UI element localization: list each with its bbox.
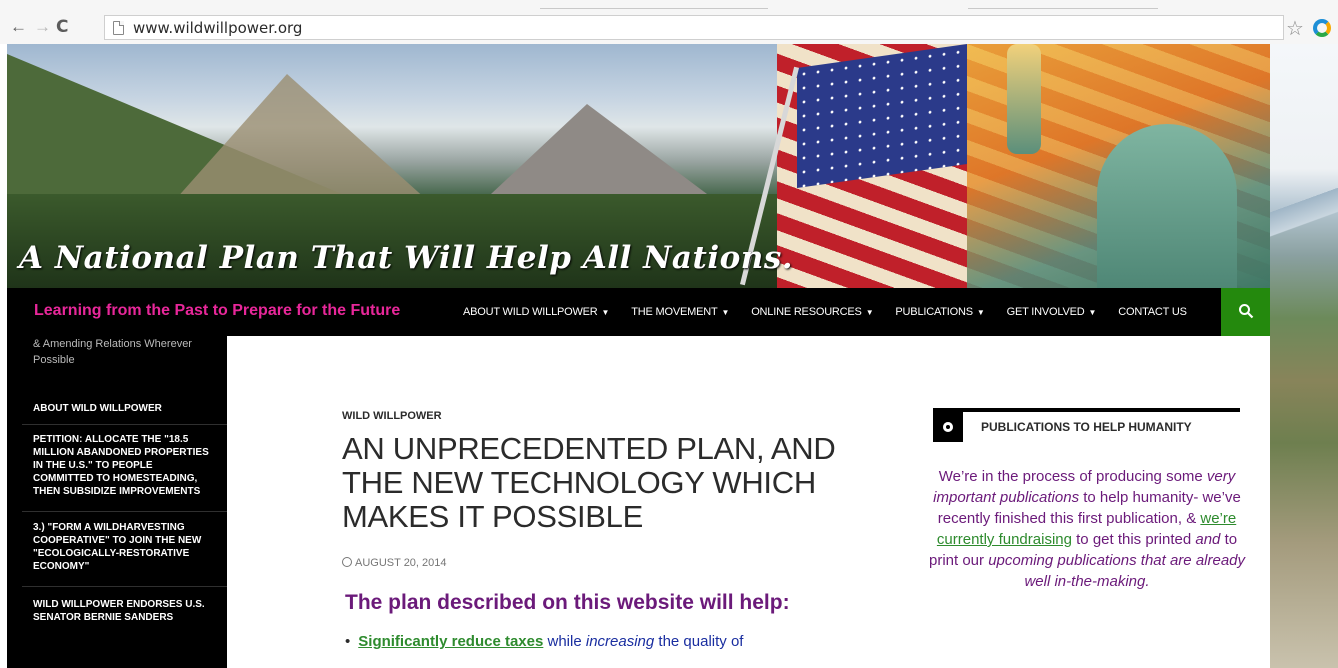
widget-text: We’re in the process of producing some v…: [928, 468, 1246, 590]
sidebar-item-petition[interactable]: PETITION: ALLOCATE THE "18.5 MILLION ABA…: [33, 433, 213, 498]
menu-item-publications[interactable]: PUBLICATIONS ▼: [895, 306, 984, 318]
website: A National Plan That Will Help All Natio…: [0, 44, 1338, 668]
tab-strip-edge: [968, 0, 1158, 9]
background-landscape-image: [1270, 44, 1338, 668]
browser-toolbar: ← → C www.wildwillpower.org ☆: [0, 0, 1338, 44]
extension-icon[interactable]: [1313, 19, 1331, 37]
sidebar-divider: [22, 424, 227, 425]
statue-torch: [1007, 44, 1041, 154]
flag-stars-canton: [797, 44, 967, 188]
primary-navbar: Learning from the Past to Prepare for th…: [7, 288, 1270, 336]
back-icon[interactable]: ←: [10, 18, 27, 36]
plan-heading: The plan described on this website will …: [345, 591, 790, 614]
chevron-down-icon: ▼: [721, 308, 730, 317]
bullet-dot: •: [345, 633, 351, 650]
search-button[interactable]: [1221, 288, 1270, 336]
post-date[interactable]: AUGUST 20, 2014: [342, 557, 447, 569]
list-item: • Significantly reduce taxes while increa…: [345, 633, 744, 650]
post-title: AN UNPRECEDENTED PLAN, AND THE NEW TECHN…: [342, 431, 836, 534]
sidebar-divider: [22, 586, 227, 587]
clock-icon: [342, 557, 352, 567]
tab-strip-edge: [540, 0, 768, 9]
reload-icon[interactable]: C: [56, 18, 68, 36]
sidebar-item-endorsement[interactable]: WILD WILLPOWER ENDORSES U.S. SENATOR BER…: [33, 598, 213, 624]
banner-tagline: A National Plan That Will Help All Natio…: [19, 240, 794, 276]
widget-header: PUBLICATIONS TO HELP HUMANITY: [933, 412, 1240, 442]
menu-item-about[interactable]: ABOUT WILD WILLPOWER ▼: [463, 306, 609, 318]
main-content: WILD WILLPOWER AN UNPRECEDENTED PLAN, AN…: [227, 336, 1270, 668]
bookmark-star-icon[interactable]: ☆: [1286, 16, 1304, 41]
sidebar-divider: [22, 511, 227, 512]
chevron-down-icon: ▼: [976, 308, 985, 317]
site-description: & Amending Relations Wherever Possible: [33, 338, 192, 366]
site-title[interactable]: Learning from the Past to Prepare for th…: [34, 302, 400, 320]
url-text[interactable]: www.wildwillpower.org: [133, 19, 302, 37]
statue-of-liberty-figure: [1097, 124, 1237, 288]
header-banner-image[interactable]: A National Plan That Will Help All Natio…: [7, 44, 1270, 288]
menu-item-contact[interactable]: CONTACT US: [1118, 306, 1187, 318]
chevron-down-icon: ▼: [865, 308, 874, 317]
menu-item-get-involved[interactable]: GET INVOLVED ▼: [1007, 306, 1097, 318]
reduce-taxes-link[interactable]: Significantly reduce taxes: [358, 633, 543, 650]
menu-item-online-resources[interactable]: ONLINE RESOURCES ▼: [751, 306, 873, 318]
search-icon: [1238, 304, 1253, 319]
widget-title: PUBLICATIONS TO HELP HUMANITY: [981, 420, 1192, 434]
menu-item-movement[interactable]: THE MOVEMENT ▼: [631, 306, 729, 318]
sidebar: & Amending Relations Wherever Possible A…: [7, 336, 227, 668]
sidebar-item-about[interactable]: ABOUT WILD WILLPOWER: [33, 402, 213, 415]
widget-bullet-icon: [933, 412, 963, 442]
sidebar-item-cooperative[interactable]: 3.) "FORM A WILDHARVESTING COOPERATIVE" …: [33, 521, 213, 573]
page-icon: [113, 21, 124, 35]
forward-icon[interactable]: →: [34, 18, 51, 36]
address-bar[interactable]: www.wildwillpower.org: [104, 15, 1284, 40]
chevron-down-icon: ▼: [601, 308, 610, 317]
post-category-link[interactable]: WILD WILLPOWER: [342, 410, 442, 422]
main-menu: ABOUT WILD WILLPOWER ▼ THE MOVEMENT ▼ ONLI…: [463, 288, 1209, 336]
chevron-down-icon: ▼: [1088, 308, 1097, 317]
